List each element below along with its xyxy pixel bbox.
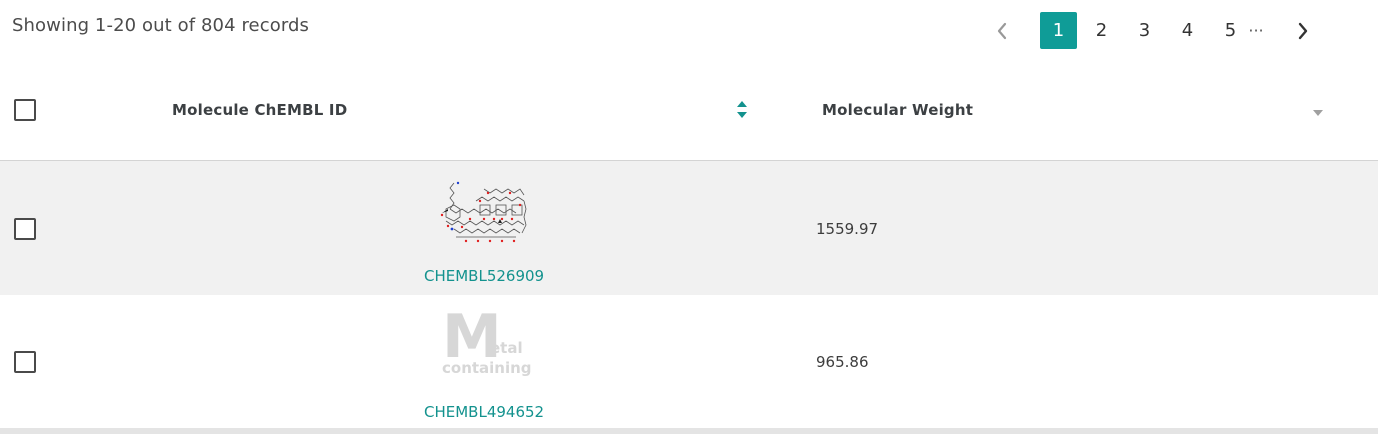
placeholder-small-text: etal — [490, 339, 523, 357]
page-button-4[interactable]: 4 — [1169, 12, 1206, 49]
pagination: 1 2 3 4 5 ··· — [990, 12, 1315, 49]
placeholder-bottom-text: containing — [442, 359, 532, 377]
table-header: Molecule ChEMBL ID Molecular Weight — [0, 60, 1378, 161]
molecule-structure-image — [440, 181, 527, 243]
chevron-right-icon — [1298, 22, 1308, 39]
table-row: CHEMBL526909 1559.97 — [0, 161, 1378, 295]
metal-containing-placeholder-image: M etal containing — [442, 307, 532, 383]
column-header-molecular-weight[interactable]: Molecular Weight — [822, 101, 973, 119]
row-checkbox[interactable] — [14, 218, 36, 240]
molecular-weight-value: 965.86 — [816, 353, 869, 371]
chevron-left-icon — [997, 22, 1007, 39]
page-button-1[interactable]: 1 — [1040, 12, 1077, 49]
next-page-button[interactable] — [1291, 12, 1315, 49]
prev-page-button[interactable] — [990, 12, 1014, 49]
page-button-2[interactable]: 2 — [1083, 12, 1120, 49]
caret-down-icon[interactable] — [1312, 108, 1324, 118]
chembl-id-link[interactable]: CHEMBL526909 — [424, 267, 544, 285]
chembl-id-link[interactable]: CHEMBL494652 — [424, 403, 544, 421]
table-row: M etal containing CHEMBL494652 965.86 — [0, 295, 1378, 428]
page-button-3[interactable]: 3 — [1126, 12, 1163, 49]
page-button-5[interactable]: 5 — [1212, 12, 1249, 49]
row-checkbox[interactable] — [14, 351, 36, 373]
column-header-chembl-id[interactable]: Molecule ChEMBL ID — [172, 101, 347, 119]
molecular-weight-value: 1559.97 — [816, 220, 879, 238]
select-all-checkbox[interactable] — [14, 99, 36, 121]
table-bottom-divider — [0, 428, 1378, 434]
placeholder-big-letter: M — [442, 302, 502, 372]
pagination-ellipsis: ··· — [1248, 21, 1264, 40]
sort-updown-icon[interactable] — [736, 100, 748, 120]
records-summary: Showing 1-20 out of 804 records — [12, 15, 310, 36]
results-page: Showing 1-20 out of 804 records 1 2 3 4 … — [0, 0, 1378, 434]
